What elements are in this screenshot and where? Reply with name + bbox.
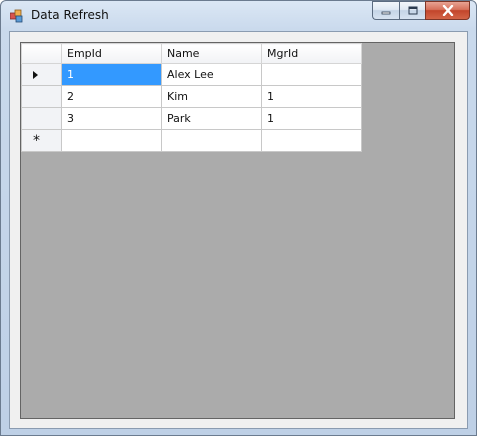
table-cell[interactable]	[261, 63, 362, 86]
row-header[interactable]	[21, 85, 62, 108]
minimize-icon	[381, 11, 391, 14]
table-row: 2 Kim 1	[21, 85, 362, 108]
table-cell[interactable]: 1	[261, 107, 362, 130]
maximize-button[interactable]	[399, 1, 425, 20]
new-row-asterisk-icon: *	[33, 132, 40, 149]
caption-buttons	[372, 1, 470, 21]
table-cell[interactable]: 2	[61, 85, 162, 108]
table-cell[interactable]: 1	[261, 85, 362, 108]
app-icon	[10, 9, 23, 23]
data-grid-view[interactable]: EmpId Name MgrId 1 Alex Lee 2 Kim 1 3 Pa…	[20, 42, 455, 419]
title-bar[interactable]: Data Refresh	[1, 1, 476, 31]
close-icon	[442, 5, 453, 16]
row-header[interactable]: *	[21, 129, 62, 152]
data-grid-table: EmpId Name MgrId 1 Alex Lee 2 Kim 1 3 Pa…	[21, 43, 362, 152]
minimize-button[interactable]	[372, 1, 399, 20]
table-cell[interactable]: Alex Lee	[161, 63, 262, 86]
row-header[interactable]	[21, 63, 62, 86]
header-row: EmpId Name MgrId	[21, 43, 362, 64]
column-header-empid[interactable]: EmpId	[61, 43, 162, 64]
row-header[interactable]	[21, 107, 62, 130]
table-cell[interactable]: Kim	[161, 85, 262, 108]
column-header-name[interactable]: Name	[161, 43, 262, 64]
table-row: 3 Park 1	[21, 107, 362, 130]
table-row: 1 Alex Lee	[21, 63, 362, 86]
column-header-mgrid[interactable]: MgrId	[261, 43, 362, 64]
new-row: *	[21, 129, 362, 152]
table-cell[interactable]	[161, 129, 262, 152]
maximize-icon	[408, 6, 417, 15]
window-title: Data Refresh	[31, 8, 109, 22]
table-cell[interactable]	[261, 129, 362, 152]
grid-corner-header[interactable]	[21, 43, 62, 64]
close-button[interactable]	[425, 1, 470, 20]
table-cell[interactable]: Park	[161, 107, 262, 130]
current-row-arrow-icon	[33, 70, 38, 79]
table-cell[interactable]: 3	[61, 107, 162, 130]
table-cell[interactable]: 1	[61, 63, 162, 86]
table-cell[interactable]	[61, 129, 162, 152]
